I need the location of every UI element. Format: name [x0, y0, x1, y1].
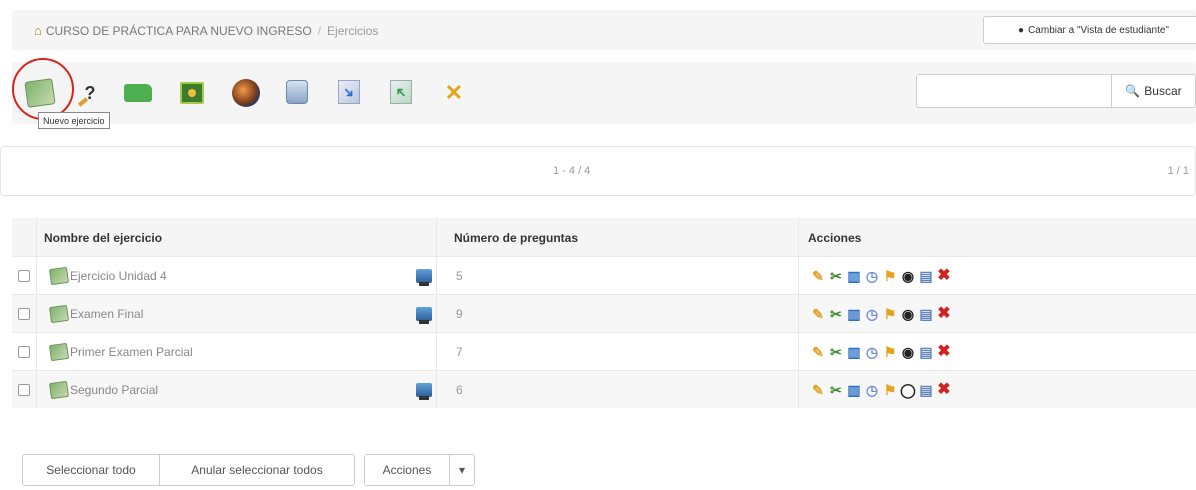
stats-icon[interactable]: ▥ — [846, 306, 862, 322]
exercise-icon — [48, 304, 70, 324]
row-checkbox[interactable] — [18, 346, 30, 358]
edit-icon[interactable]: ✎ — [810, 344, 826, 360]
exercise-name[interactable]: Ejercicio Unidad 4 — [70, 269, 167, 283]
hidden-icon[interactable]: ◯ — [900, 382, 916, 398]
delete-icon[interactable]: ✖ — [936, 268, 952, 284]
delete-icon[interactable]: ✖ — [936, 344, 952, 360]
student-view-label: Cambiar a "Vista de estudiante" — [1028, 24, 1169, 36]
shared-icon — [416, 383, 432, 400]
visible-icon[interactable]: ◉ — [900, 306, 916, 322]
breadcrumb-course[interactable]: CURSO DE PRÁCTICA PARA NUEVO INGRESO — [46, 24, 312, 38]
search-button-label: Buscar — [1144, 84, 1182, 98]
row-checkbox[interactable] — [18, 308, 30, 320]
header-name[interactable]: Nombre del ejercicio — [44, 231, 162, 245]
exercise-icon — [48, 380, 70, 400]
header-questions[interactable]: Número de preguntas — [454, 231, 578, 245]
save-icon[interactable]: ▤ — [918, 344, 934, 360]
table-row: Examen Final 9 ✎ ✂ ▥ ◷ ⚑ ◉ ▤ ✖ — [12, 294, 1196, 332]
edit-icon[interactable]: ✎ — [810, 382, 826, 398]
clock-icon[interactable]: ◷ — [864, 268, 880, 284]
clean-icon[interactable]: ⚑ — [882, 306, 898, 322]
clean-icon[interactable]: ⚑ — [882, 268, 898, 284]
home-icon[interactable]: ⌂ — [34, 23, 42, 38]
table-row: Ejercicio Unidad 4 5 ✎ ✂ ▥ ◷ ⚑ ◉ ▤ ✖ — [12, 256, 1196, 294]
row-checkbox[interactable] — [18, 384, 30, 396]
exercise-icon — [48, 342, 70, 362]
clock-icon[interactable]: ◷ — [864, 306, 880, 322]
exercise-icon — [48, 266, 70, 286]
row-checkbox[interactable] — [18, 270, 30, 282]
clean-icon[interactable]: ⚑ — [882, 382, 898, 398]
delete-icon[interactable]: ✖ — [936, 306, 952, 322]
save-icon[interactable]: ▤ — [918, 306, 934, 322]
export-icon[interactable] — [338, 80, 360, 104]
import-icon[interactable] — [390, 80, 412, 104]
table-row: Segundo Parcial 6 ✎ ✂ ▥ ◷ ⚑ ◯ ▤ ✖ — [12, 370, 1196, 408]
actions-button[interactable]: Acciones — [364, 454, 450, 486]
student-view-button[interactable]: ● Cambiar a "Vista de estudiante" — [983, 16, 1196, 44]
pager-range: 1 - 4 / 4 — [553, 165, 591, 177]
save-icon[interactable]: ▤ — [918, 382, 934, 398]
pager-pages: 1 / 1 — [1167, 165, 1189, 177]
folder-icon[interactable] — [124, 84, 152, 102]
shared-icon — [416, 269, 432, 286]
actions-dropdown-toggle[interactable]: ▾ — [449, 454, 475, 486]
clock-icon[interactable]: ◷ — [864, 382, 880, 398]
select-all-button[interactable]: Seleccionar todo — [22, 454, 160, 486]
stats-icon[interactable]: ▥ — [846, 382, 862, 398]
header-actions: Acciones — [808, 231, 862, 245]
disk-icon[interactable] — [286, 80, 308, 104]
shared-icon — [416, 307, 432, 324]
question-count: 9 — [456, 307, 463, 321]
pager: 1 - 4 / 4 1 / 1 — [0, 146, 1196, 196]
breadcrumb-current: Ejercicios — [327, 23, 379, 38]
breadcrumb: ⌂ CURSO DE PRÁCTICA PARA NUEVO INGRESO /… — [12, 10, 1196, 50]
stats-icon[interactable]: ▥ — [846, 268, 862, 284]
breadcrumb-separator: / — [317, 23, 322, 38]
delete-icon[interactable]: ✖ — [936, 382, 952, 398]
unselect-all-button[interactable]: Anular seleccionar todos — [159, 454, 355, 486]
question-pool-icon[interactable]: ? — [76, 80, 104, 106]
question-count: 7 — [456, 345, 463, 359]
save-icon[interactable]: ▤ — [918, 268, 934, 284]
exercise-name[interactable]: Segundo Parcial — [70, 383, 158, 397]
question-count: 5 — [456, 269, 463, 283]
edit-icon[interactable]: ✎ — [810, 268, 826, 284]
globe-icon[interactable] — [232, 79, 260, 107]
clean-icon[interactable]: ✕ — [440, 80, 468, 106]
stats-icon[interactable]: ▥ — [846, 344, 862, 360]
highlight-circle — [12, 58, 74, 120]
search-button[interactable]: 🔍 Buscar — [1111, 74, 1196, 108]
exercise-name[interactable]: Primer Examen Parcial — [70, 345, 193, 359]
tools-icon[interactable]: ✂ — [828, 382, 844, 398]
visible-icon[interactable]: ◉ — [900, 268, 916, 284]
edit-icon[interactable]: ✎ — [810, 306, 826, 322]
visible-icon[interactable]: ◉ — [900, 344, 916, 360]
tools-icon[interactable]: ✂ — [828, 306, 844, 322]
question-count: 6 — [456, 383, 463, 397]
tools-icon[interactable]: ✂ — [828, 344, 844, 360]
clock-icon[interactable]: ◷ — [864, 344, 880, 360]
clean-icon[interactable]: ⚑ — [882, 344, 898, 360]
tooltip: Nuevo ejercicio — [38, 112, 110, 129]
table-header-row: Nombre del ejercicio Número de preguntas… — [12, 218, 1196, 256]
search-input[interactable] — [916, 74, 1112, 108]
table-row: Primer Examen Parcial 7 ✎ ✂ ▥ ◷ ⚑ ◉ ▤ ✖ — [12, 332, 1196, 370]
exercise-name[interactable]: Examen Final — [70, 307, 143, 321]
calendar-icon[interactable] — [180, 82, 204, 104]
tools-icon[interactable]: ✂ — [828, 268, 844, 284]
eye-icon: ● — [1018, 24, 1025, 36]
search-icon: 🔍 — [1125, 84, 1141, 98]
